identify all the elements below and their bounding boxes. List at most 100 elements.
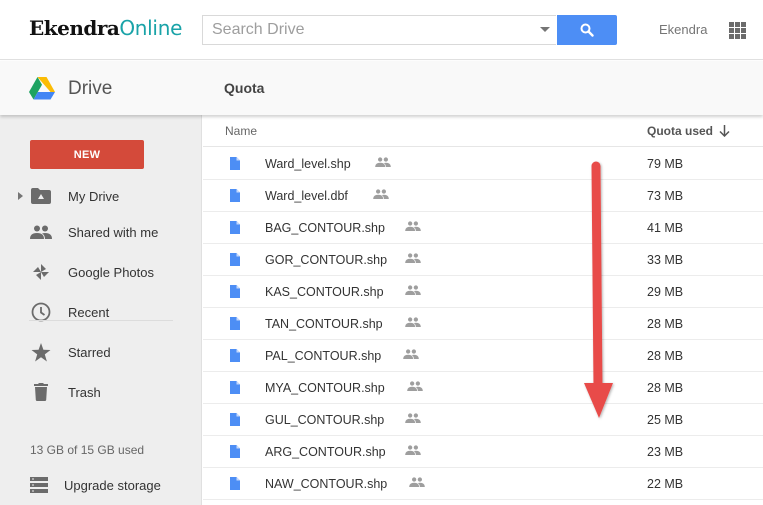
logo-text-primary: Ekendra — [29, 16, 120, 40]
file-icon — [230, 253, 240, 266]
file-name[interactable]: NAW_CONTOUR.shp — [265, 477, 387, 491]
file-quota-used: 28 MB — [647, 317, 684, 331]
sidebar-item-label: Google Photos — [68, 264, 155, 280]
storage-icon — [30, 477, 48, 493]
file-icon — [230, 413, 240, 426]
column-header-name[interactable]: Name — [225, 124, 257, 138]
file-row[interactable]: GUL_CONTOUR.shp 25 MB — [203, 404, 763, 436]
file-quota-used: 28 MB — [647, 349, 684, 363]
file-row[interactable]: KAS_CONTOUR.shp 29 MB — [203, 276, 763, 308]
expand-arrow-icon[interactable] — [18, 192, 23, 200]
file-name[interactable]: KAS_CONTOUR.shp — [265, 285, 384, 299]
sidebar-divider — [29, 320, 173, 321]
sidebar-item-trash[interactable]: Trash — [0, 374, 202, 410]
star-icon — [30, 341, 52, 363]
sidebar-item-label: Recent — [68, 304, 110, 320]
user-account-name[interactable]: Ekendra — [659, 22, 707, 37]
file-name[interactable]: GUL_CONTOUR.shp — [265, 413, 384, 427]
search-button[interactable] — [557, 15, 617, 45]
red-annotation-arrow — [584, 161, 613, 418]
apps-grid-icon[interactable] — [729, 22, 746, 39]
sidebar-item-label: Starred — [68, 344, 111, 360]
shared-people-icon — [405, 285, 421, 295]
file-name[interactable]: PAL_CONTOUR.shp — [265, 349, 381, 363]
file-row[interactable]: PAL_CONTOUR.shp 28 MB — [203, 340, 763, 372]
file-quota-used: 29 MB — [647, 285, 684, 299]
file-name[interactable]: GOR_CONTOUR.shp — [265, 253, 387, 267]
shared-people-icon — [373, 189, 389, 199]
file-icon — [230, 349, 240, 362]
file-quota-used: 25 MB — [647, 413, 684, 427]
file-quota-used: 28 MB — [647, 381, 684, 395]
file-name[interactable]: MYA_CONTOUR.shp — [265, 381, 385, 395]
search-box — [202, 15, 556, 45]
logo-text-secondary: Online — [119, 16, 183, 40]
file-name[interactable]: BAG_CONTOUR.shp — [265, 221, 385, 235]
search-input[interactable] — [203, 16, 523, 44]
file-row[interactable]: MYA_CONTOUR.shp 28 MB — [203, 372, 763, 404]
file-name[interactable]: Ward_level.dbf — [265, 189, 348, 203]
site-logo[interactable]: Ekendra Online — [29, 16, 182, 44]
file-row[interactable]: Ward_level.dbf 73 MB — [203, 180, 763, 212]
file-row[interactable]: ARG_CONTOUR.shp 23 MB — [203, 436, 763, 468]
file-quota-used: 73 MB — [647, 189, 684, 203]
pinwheel-icon — [30, 261, 52, 283]
app-title: Drive — [68, 78, 113, 99]
file-icon — [230, 157, 240, 170]
sidebar-item-my-drive[interactable]: My Drive — [0, 178, 202, 214]
search-icon — [580, 23, 594, 37]
file-row[interactable]: Ward_level.shp 79 MB — [203, 148, 763, 180]
new-button[interactable]: NEW — [30, 140, 144, 169]
file-quota-used: 23 MB — [647, 445, 684, 459]
shared-people-icon — [405, 413, 421, 423]
top-bar: Ekendra Online Ekendra — [0, 0, 763, 60]
sidebar: NEW My Drive Shared with me Google Photo… — [0, 115, 202, 505]
file-list: Name Quota used Ward_level.shp 79 MB Ward_… — [203, 115, 763, 505]
upgrade-storage-label: Upgrade storage — [64, 477, 161, 493]
shared-people-icon — [375, 157, 391, 167]
sidebar-item-label: Shared with me — [68, 224, 159, 240]
shared-people-icon — [405, 317, 421, 327]
my-drive-folder-icon — [30, 185, 52, 207]
page-title: Quota — [224, 80, 265, 96]
file-icon — [230, 445, 240, 458]
shared-people-icon — [403, 349, 419, 359]
shared-people-icon — [405, 221, 421, 231]
sidebar-item-shared-with-me[interactable]: Shared with me — [0, 214, 202, 250]
file-icon — [230, 221, 240, 234]
file-row[interactable]: NAW_CONTOUR.shp 22 MB — [203, 468, 763, 500]
column-header-quota-label: Quota used — [647, 124, 714, 138]
sidebar-item-label: Trash — [68, 384, 101, 400]
shared-people-icon — [405, 253, 421, 263]
file-row[interactable]: TAN_CONTOUR.shp 28 MB — [203, 308, 763, 340]
file-name[interactable]: Ward_level.shp — [265, 157, 351, 171]
file-quota-used: 41 MB — [647, 221, 684, 235]
column-header-row: Name Quota used — [203, 115, 763, 147]
file-quota-used: 33 MB — [647, 253, 684, 267]
storage-usage-text: 13 GB of 15 GB used — [30, 443, 145, 457]
shared-people-icon — [405, 445, 421, 455]
search-options-dropdown-icon[interactable] — [540, 27, 550, 32]
sidebar-item-recent[interactable]: Recent — [0, 294, 202, 330]
people-icon — [30, 221, 52, 243]
file-row[interactable]: GOR_CONTOUR.shp 33 MB — [203, 244, 763, 276]
shared-people-icon — [407, 381, 423, 391]
sidebar-item-starred[interactable]: Starred — [0, 334, 202, 370]
file-quota-used: 22 MB — [647, 477, 684, 491]
sidebar-item-label: My Drive — [68, 188, 120, 204]
upgrade-storage-link[interactable]: Upgrade storage — [30, 475, 161, 495]
shared-people-icon — [409, 477, 425, 487]
file-name[interactable]: TAN_CONTOUR.shp — [265, 317, 383, 331]
file-icon — [230, 477, 240, 490]
google-drive-logo-icon[interactable] — [29, 77, 55, 100]
file-icon — [230, 285, 240, 298]
sort-descending-arrow-icon[interactable] — [719, 125, 730, 137]
trash-icon — [30, 381, 52, 403]
app-header: Drive Quota — [0, 61, 763, 115]
sidebar-item-google-photos[interactable]: Google Photos — [0, 254, 202, 290]
file-icon — [230, 189, 240, 202]
file-row[interactable]: BAG_CONTOUR.shp 41 MB — [203, 212, 763, 244]
column-header-quota-used[interactable]: Quota used — [647, 124, 730, 138]
file-name[interactable]: ARG_CONTOUR.shp — [265, 445, 386, 459]
file-quota-used: 79 MB — [647, 157, 684, 171]
